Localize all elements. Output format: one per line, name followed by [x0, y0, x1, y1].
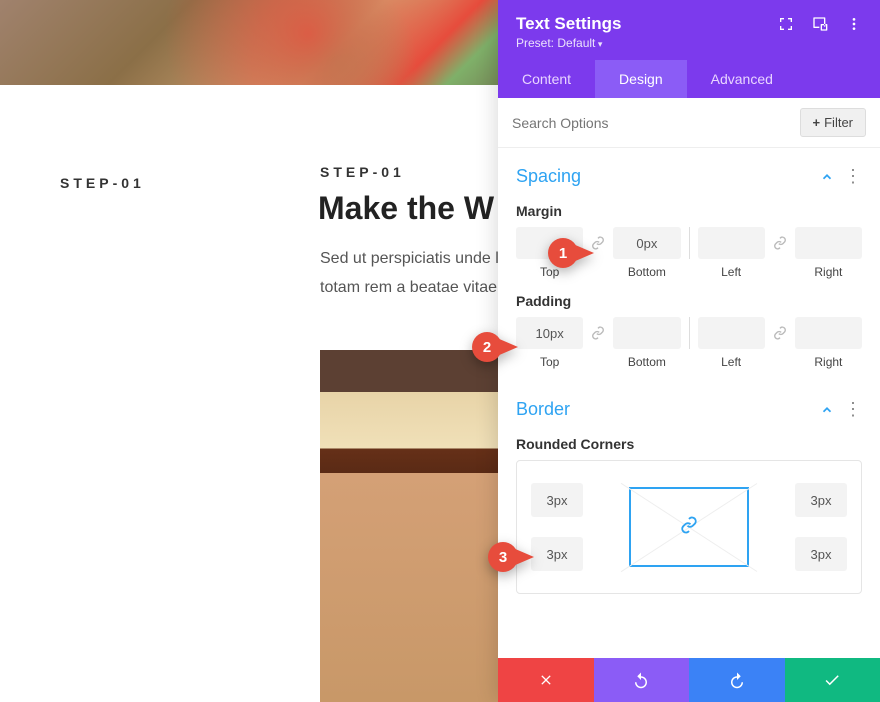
annotation-number: 2	[472, 332, 502, 362]
corner-bl-input[interactable]	[531, 537, 583, 571]
annotation-callout-1: 1	[548, 238, 594, 268]
tabs: Content Design Advanced	[498, 60, 880, 98]
padding-right-input[interactable]	[795, 317, 862, 349]
footer-bar	[498, 658, 880, 702]
step-label-main: STEP-01	[320, 164, 405, 180]
section-spacing-title[interactable]: Spacing	[516, 166, 581, 187]
section-border-title[interactable]: Border	[516, 399, 570, 420]
padding-bottom-input[interactable]	[613, 317, 680, 349]
panel-title: Text Settings	[516, 14, 621, 34]
annotation-callout-2: 2	[472, 332, 518, 362]
annotation-number: 3	[488, 542, 518, 572]
corner-tr-input[interactable]	[795, 483, 847, 517]
settings-panel: Text Settings Preset: Default Content De…	[498, 0, 880, 702]
tab-design[interactable]: Design	[595, 60, 687, 98]
padding-left-label: Left	[721, 355, 741, 369]
expand-icon[interactable]	[778, 16, 794, 32]
annotation-number: 1	[548, 238, 578, 268]
padding-row: Top Bottom Left Right	[516, 317, 862, 369]
redo-button[interactable]	[689, 658, 785, 702]
padding-top-input[interactable]	[516, 317, 583, 349]
padding-bottom-label: Bottom	[628, 355, 666, 369]
chevron-up-icon[interactable]	[820, 403, 834, 417]
more-icon[interactable]	[846, 16, 862, 32]
margin-label: Margin	[516, 203, 862, 219]
margin-bottom-input[interactable]	[613, 227, 680, 259]
chevron-up-icon[interactable]	[820, 170, 834, 184]
section-more-icon[interactable]: ⋮	[844, 399, 862, 420]
tab-content[interactable]: Content	[498, 60, 595, 98]
rounded-corners-box	[516, 460, 862, 594]
margin-left-input[interactable]	[698, 227, 765, 259]
undo-button[interactable]	[594, 658, 690, 702]
margin-right-input[interactable]	[795, 227, 862, 259]
search-input[interactable]	[512, 115, 792, 131]
filter-button[interactable]: + Filter	[800, 108, 866, 137]
save-button[interactable]	[785, 658, 880, 702]
corners-preview	[629, 487, 749, 567]
page-title: Make the W	[318, 190, 494, 227]
filter-label: Filter	[824, 115, 853, 130]
preset-dropdown[interactable]: Preset: Default	[516, 36, 862, 50]
panel-header: Text Settings Preset: Default	[498, 0, 880, 60]
annotation-callout-3: 3	[488, 542, 534, 572]
tab-advanced[interactable]: Advanced	[687, 60, 797, 98]
margin-left-label: Left	[721, 265, 741, 279]
section-more-icon[interactable]: ⋮	[844, 166, 862, 187]
rounded-corners-label: Rounded Corners	[516, 436, 862, 452]
corner-br-input[interactable]	[795, 537, 847, 571]
padding-label: Padding	[516, 293, 862, 309]
corner-tl-input[interactable]	[531, 483, 583, 517]
step-label-left: STEP-01	[60, 175, 145, 191]
padding-link-tb-icon[interactable]	[589, 317, 607, 349]
close-button[interactable]	[498, 658, 594, 702]
padding-top-label: Top	[540, 355, 559, 369]
link-icon[interactable]	[680, 516, 698, 539]
responsive-icon[interactable]	[812, 16, 828, 32]
margin-right-label: Right	[814, 265, 842, 279]
padding-left-input[interactable]	[698, 317, 765, 349]
padding-right-label: Right	[814, 355, 842, 369]
margin-bottom-label: Bottom	[628, 265, 666, 279]
margin-link-lr-icon[interactable]	[771, 227, 789, 259]
padding-link-lr-icon[interactable]	[771, 317, 789, 349]
